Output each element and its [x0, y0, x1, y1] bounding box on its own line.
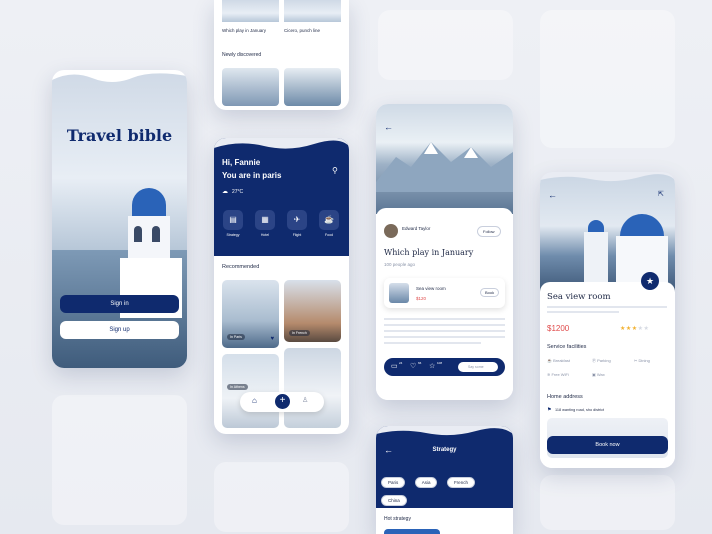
- card-title: Cicero, punch line: [284, 28, 321, 33]
- search-icon[interactable]: ⚲: [332, 166, 338, 175]
- location-text: You are in paris: [222, 171, 282, 180]
- strategy-screen: ← Strategy Paris Asia French China Hot s…: [376, 426, 513, 534]
- follow-button[interactable]: Follow: [477, 226, 501, 237]
- favorite-button[interactable]: ★: [641, 272, 659, 290]
- card-title: Which play in January: [222, 28, 267, 33]
- room-price: $120: [416, 296, 427, 301]
- facility-item: ≋ Free WiFi: [547, 372, 569, 377]
- room-price: $1200: [547, 324, 570, 333]
- room-description: [547, 306, 667, 313]
- ghost-card: [540, 10, 675, 148]
- book-now-button[interactable]: Book now: [547, 436, 668, 454]
- app-title: Travel bible: [66, 126, 173, 145]
- article-title: Which play in January: [384, 248, 474, 257]
- tab-asia[interactable]: Asia: [414, 477, 438, 488]
- discover-screen: Which play in January Cicero, punch line…: [214, 0, 349, 110]
- address-title: Home address: [547, 394, 583, 400]
- hero-image: [376, 104, 513, 214]
- wave-decoration: [376, 426, 513, 436]
- recommend-card[interactable]: In French: [284, 280, 341, 342]
- category-food[interactable]: ☕ Food: [319, 210, 339, 242]
- strategy-icon: ▤: [223, 210, 243, 230]
- weather-icon: ☁: [222, 189, 228, 195]
- bottom-nav: ⌂ + ♙: [240, 392, 324, 412]
- food-icon: ☕: [319, 210, 339, 230]
- article-body: [384, 318, 505, 344]
- category-hotel[interactable]: ▦ Hotel: [255, 210, 275, 242]
- room-card[interactable]: Sea view room $120 Book: [384, 278, 505, 308]
- heart-icon[interactable]: ♥: [270, 336, 274, 342]
- card-image[interactable]: [284, 68, 341, 106]
- share-icon[interactable]: ⇱: [658, 190, 664, 198]
- home-icon[interactable]: ⌂: [252, 396, 257, 405]
- address-text: 118 wanting road, sho district: [555, 408, 605, 412]
- back-arrow-icon[interactable]: ←: [548, 190, 557, 200]
- tab-china[interactable]: China: [381, 495, 407, 506]
- comment-input[interactable]: Say some: [458, 362, 498, 372]
- wave-decoration: [52, 70, 187, 82]
- hotel-icon: ▦: [255, 210, 275, 230]
- facility-item: ☕ Breakfast: [547, 358, 570, 363]
- sign-up-button[interactable]: Sign up: [60, 321, 179, 339]
- showcase-stage: Travel bible Sign in Sign up Which play …: [0, 0, 712, 534]
- home-screen: Hi, Fannie You are in paris ⚲ ☁ 27°C ▤ S…: [214, 138, 349, 434]
- tab-row: Paris Asia French China: [381, 471, 511, 506]
- weather-temp: 27°C: [232, 189, 244, 195]
- recommend-card[interactable]: In Athens: [222, 354, 279, 428]
- room-title: Sea view room: [547, 292, 611, 302]
- facility-item: Ⓟ Parking: [592, 358, 611, 363]
- sign-in-button[interactable]: Sign in: [60, 295, 179, 313]
- avatar[interactable]: [384, 224, 398, 238]
- profile-icon[interactable]: ♙: [302, 396, 308, 404]
- ghost-card: [540, 475, 675, 530]
- tab-french[interactable]: French: [446, 477, 475, 488]
- section-title: Hot strategy: [384, 516, 411, 522]
- wave-decoration: [540, 172, 675, 182]
- facilities-title: Service facilities: [547, 344, 587, 350]
- location-tag: In Athens: [227, 384, 248, 390]
- author-name: Edward Taylor: [402, 226, 431, 231]
- recommend-card[interactable]: [284, 348, 341, 428]
- recommend-card[interactable]: In Paris ♥: [222, 280, 279, 348]
- category-strategy[interactable]: ▤ Strategy: [223, 210, 243, 242]
- location-pin-icon: ⚑: [547, 407, 552, 413]
- category-flight[interactable]: ✈ Flight: [287, 210, 307, 242]
- card-image[interactable]: [284, 0, 341, 22]
- ghost-card: [52, 395, 187, 525]
- add-button[interactable]: +: [275, 394, 290, 409]
- heart-icon[interactable]: ♡: [410, 362, 416, 370]
- greeting: Hi, Fannie: [222, 158, 261, 167]
- facility-item: ▣ Wax: [592, 372, 605, 377]
- rating-stars: ★★★★★: [620, 326, 650, 332]
- facility-item: ✂ Dining: [634, 358, 650, 363]
- tab-paris[interactable]: Paris: [381, 477, 406, 488]
- comment-icon[interactable]: ▭: [391, 362, 398, 370]
- article-detail-screen: ← Edward Taylor Follow Which play in Jan…: [376, 104, 513, 400]
- room-name: Sea view room: [416, 286, 446, 291]
- action-bar: ▭ 24 ♡ 66 ☆ 108 Say some: [384, 358, 505, 376]
- section-title: Recommended: [222, 264, 260, 270]
- ghost-card: [214, 462, 349, 532]
- card-image[interactable]: [222, 68, 279, 106]
- screen-title: Strategy: [432, 447, 457, 453]
- star-icon[interactable]: ☆: [429, 362, 435, 370]
- article-subtitle: 100 people ago: [384, 262, 416, 267]
- location-tag: In French: [289, 330, 310, 336]
- ghost-card: [378, 10, 513, 80]
- plane-icon: ✈: [287, 210, 307, 230]
- strategy-card[interactable]: [384, 529, 440, 534]
- wave-decoration: [214, 138, 349, 149]
- book-button[interactable]: Book: [480, 288, 500, 297]
- card-image[interactable]: [222, 0, 279, 22]
- room-detail-screen: ← ⇱ ★ Sea view room $1200 ★★★★★ Service …: [540, 172, 675, 468]
- section-title: Newly discovered: [222, 52, 262, 58]
- back-arrow-icon[interactable]: ←: [384, 122, 393, 132]
- splash-screen: Travel bible Sign in Sign up: [52, 70, 187, 368]
- location-tag: In Paris: [227, 334, 245, 340]
